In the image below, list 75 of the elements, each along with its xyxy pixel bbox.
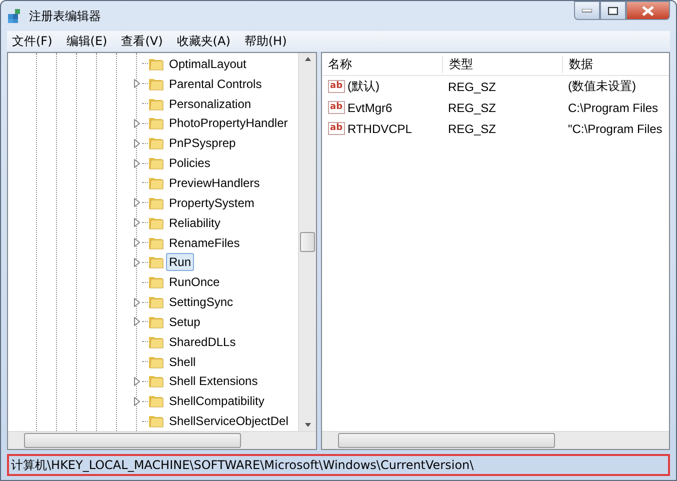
vertical-scrollbar[interactable]	[298, 53, 316, 431]
expand-arrow-icon[interactable]	[134, 317, 140, 326]
value-data: "C:\Program Files	[567, 122, 664, 136]
expand-arrow-icon[interactable]	[134, 376, 140, 386]
expand-arrow-icon[interactable]	[134, 158, 140, 168]
expand-arrow-icon[interactable]	[134, 238, 140, 248]
folder-icon	[148, 274, 164, 290]
tree-item[interactable]: PnPSysprep	[166, 134, 239, 152]
folder-icon	[148, 413, 164, 430]
tree-item[interactable]: SettingSync	[166, 293, 236, 312]
window-title: 注册表编辑器	[29, 8, 101, 24]
folder-icon	[148, 155, 164, 172]
scroll-thumb[interactable]	[338, 433, 555, 448]
tree-item[interactable]: Personalization	[166, 94, 254, 113]
tree-item[interactable]: RunOnce	[166, 273, 223, 292]
minimize-button[interactable]	[574, 1, 600, 20]
minimize-icon	[582, 8, 592, 12]
expand-arrow-icon[interactable]	[134, 396, 140, 406]
tree-item[interactable]: Shell	[166, 352, 199, 371]
horizontal-scrollbar[interactable]	[8, 431, 316, 449]
horizontal-scrollbar[interactable]	[322, 431, 669, 449]
status-bar: 计算机\HKEY_LOCAL_MACHINE\SOFTWARE\Microsoft\Windows\CurrentVersion\	[7, 454, 670, 476]
column-header[interactable]: 名称	[322, 56, 442, 72]
value-name[interactable]: EvtMgr6	[348, 100, 392, 114]
folder-icon	[148, 135, 164, 152]
tree-item[interactable]: OptimalLayout	[166, 54, 250, 73]
expand-arrow-icon[interactable]	[134, 79, 140, 88]
menu-item[interactable]: 文件(F)	[7, 32, 58, 50]
folder-icon	[148, 115, 164, 132]
column-header[interactable]: 类型	[442, 56, 562, 72]
menu-item[interactable]: 编辑(E)	[61, 32, 112, 50]
tree-item[interactable]: ShellServiceObjectDel	[166, 412, 292, 430]
scroll-thumb[interactable]	[24, 433, 241, 448]
tree-item[interactable]: ShellCompatibility	[166, 392, 268, 410]
tree-item[interactable]: Parental Controls	[166, 74, 265, 93]
menu-item[interactable]: 收藏夹(A)	[172, 32, 236, 50]
string-value-icon: ab	[328, 122, 345, 135]
folder-icon	[148, 254, 164, 270]
value-name[interactable]: (默认)	[348, 78, 380, 95]
menu-item[interactable]: 查看(V)	[116, 32, 168, 50]
tree-item[interactable]: Setup	[166, 312, 204, 331]
value-type: REG_SZ	[447, 100, 498, 114]
folder-icon	[148, 393, 164, 410]
expand-arrow-icon[interactable]	[134, 218, 140, 228]
tree-item[interactable]: Shell Extensions	[166, 372, 261, 390]
string-value-icon: ab	[328, 80, 345, 93]
expand-arrow-icon[interactable]	[134, 198, 140, 208]
column-header[interactable]: 数据	[562, 56, 669, 72]
tree-item[interactable]: Run	[166, 253, 194, 272]
expand-arrow-icon[interactable]	[134, 118, 140, 128]
tree-item[interactable]: PreviewHandlers	[166, 174, 263, 192]
maximize-icon	[608, 6, 618, 14]
tree-item[interactable]: Reliability	[166, 214, 224, 232]
folder-icon	[148, 294, 164, 310]
tree-item[interactable]: RenameFiles	[166, 234, 243, 252]
registry-cubes-icon	[7, 8, 23, 24]
tree-item[interactable]: Policies	[166, 154, 214, 172]
tree-item[interactable]: PropertySystem	[166, 194, 258, 212]
menu-item[interactable]: 帮助(H)	[239, 32, 292, 50]
value-name[interactable]: RTHDVCPL	[348, 122, 412, 136]
expand-arrow-icon[interactable]	[134, 298, 140, 307]
value-type: REG_SZ	[447, 80, 498, 94]
tree-item[interactable]: SharedDLLs	[166, 332, 239, 351]
value-type: REG_SZ	[447, 122, 498, 136]
maximize-button[interactable]	[600, 1, 626, 20]
close-icon	[642, 6, 654, 16]
value-data: C:\Program Files	[567, 100, 660, 114]
close-button[interactable]	[626, 1, 670, 20]
value-data: (数值未设置)	[567, 78, 637, 95]
folder-icon	[148, 373, 164, 390]
expand-arrow-icon[interactable]	[134, 258, 140, 267]
scroll-thumb[interactable]	[300, 232, 315, 252]
tree-item[interactable]: PhotoPropertyHandler	[166, 114, 291, 132]
expand-arrow-icon[interactable]	[134, 138, 140, 148]
string-value-icon: ab	[328, 101, 345, 114]
